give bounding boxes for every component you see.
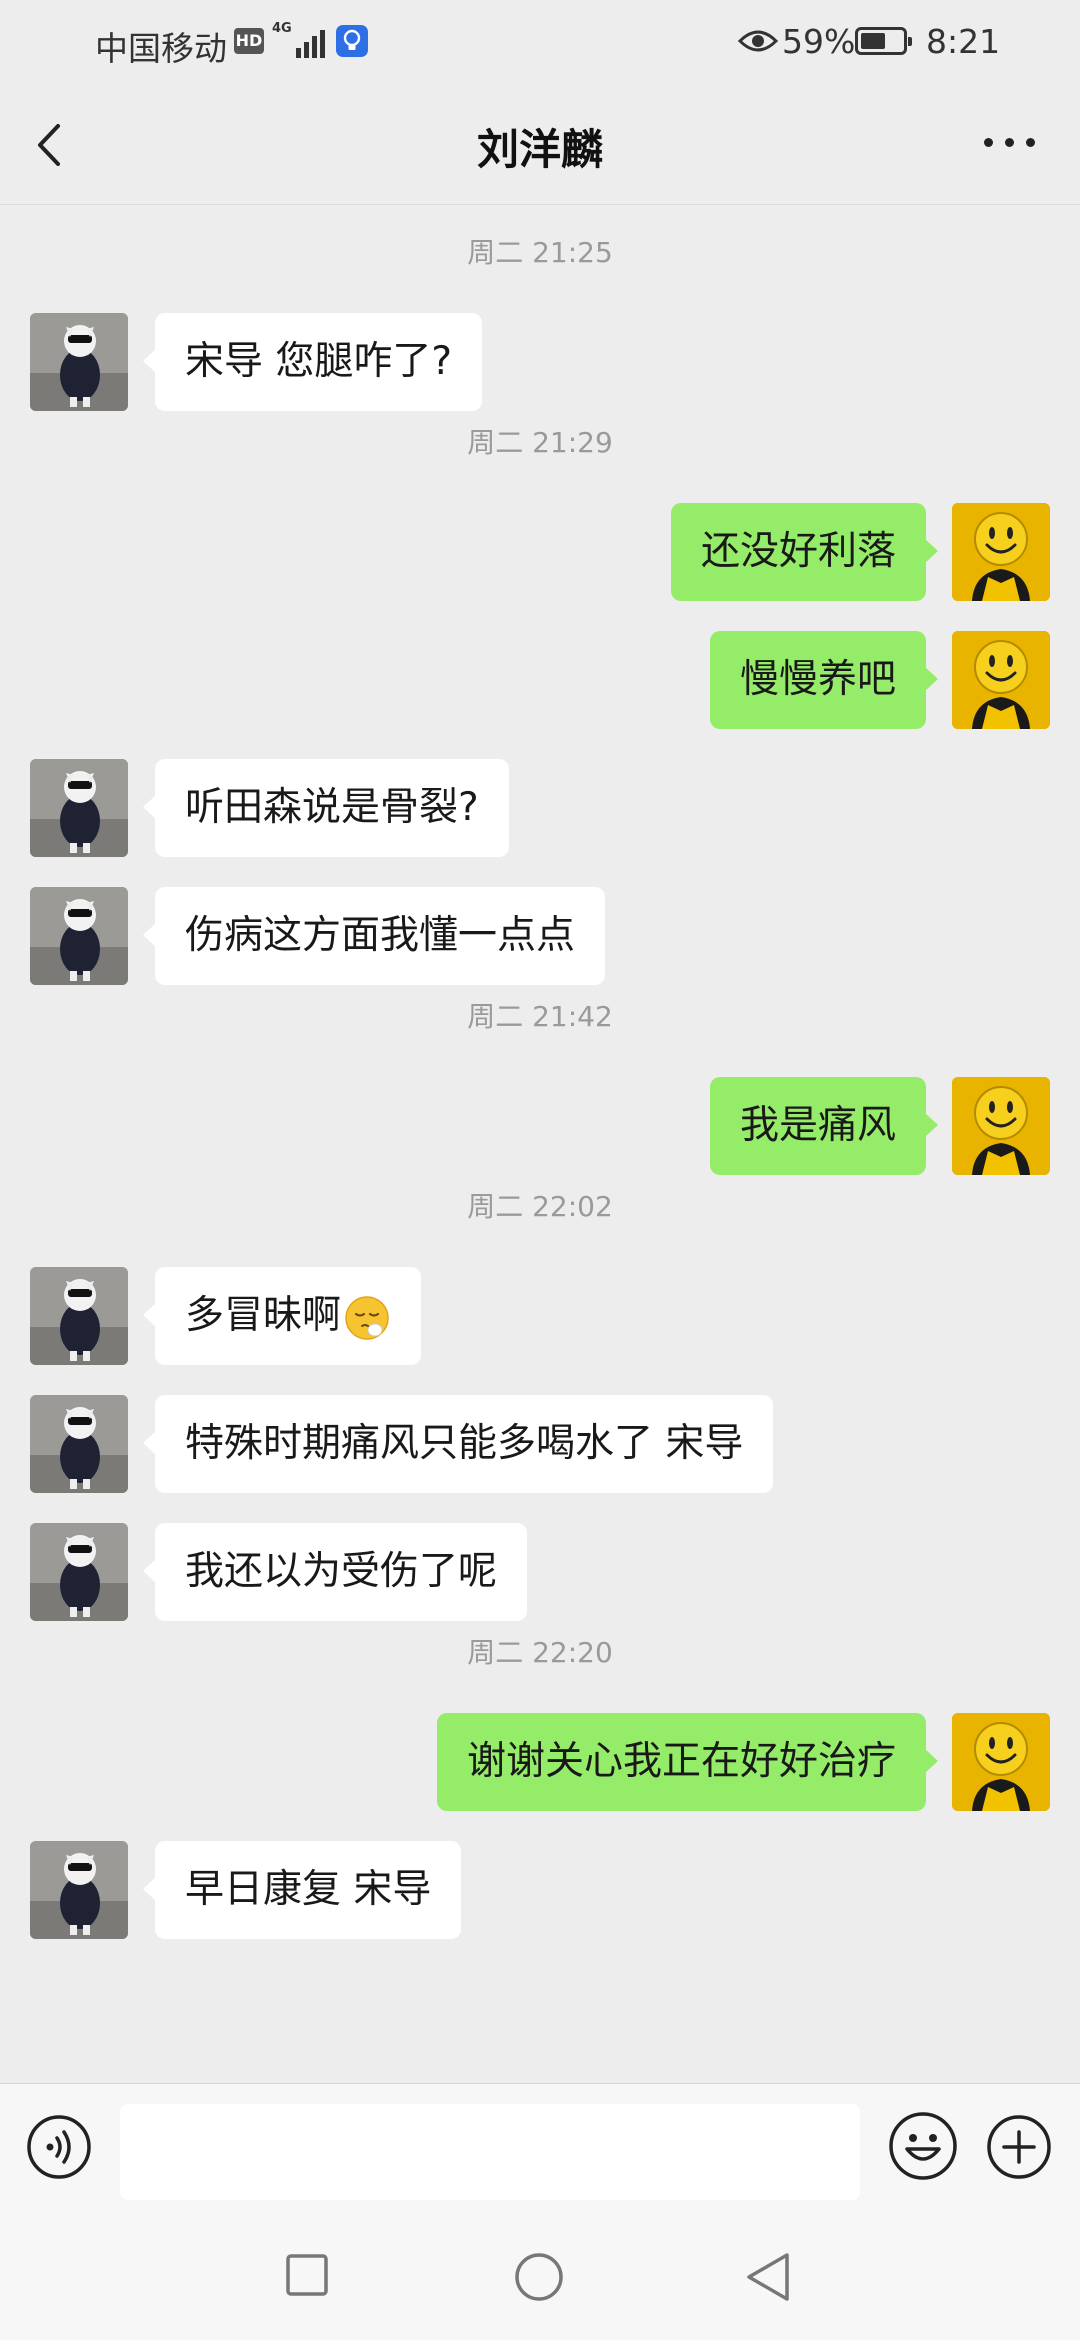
timestamp: 周二 22:20 — [467, 1636, 613, 1669]
timestamp: 周二 21:29 — [467, 426, 613, 459]
status-bar: 中国移动 HD 4G 59% 8:21 — [0, 0, 1080, 86]
received-message-bubble[interactable]: 我还以为受伤了呢 — [142, 1523, 528, 1621]
emoji-icon[interactable] — [888, 2111, 958, 2181]
message-text: 特殊时期痛风只能多喝水了 宋导 — [185, 1421, 744, 1466]
clock-time: 8:21 — [926, 22, 1001, 61]
battery-percent: 59% — [782, 22, 856, 61]
eye-icon — [738, 30, 778, 52]
chat-header: 刘洋麟 — [0, 86, 1080, 205]
message-text: 听田森说是骨裂? — [185, 785, 479, 830]
received-message-bubble[interactable]: 特殊时期痛风只能多喝水了 宋导 — [142, 1395, 774, 1493]
hd-badge: HD — [234, 28, 264, 54]
timestamp: 周二 21:42 — [467, 1000, 613, 1033]
message-input[interactable] — [120, 2104, 860, 2200]
system-navigation-bar — [0, 2208, 1080, 2340]
received-message-bubble[interactable]: 宋导 您腿咋了? — [142, 313, 483, 411]
cellular-signal-icon: 4G — [272, 21, 327, 58]
lightbulb-icon — [336, 25, 368, 57]
chat-title: 刘洋麟 — [476, 125, 603, 174]
contact-avatar[interactable] — [30, 1841, 128, 1939]
message-text: 我还以为受伤了呢 — [185, 1549, 498, 1594]
message-text: 我是痛风 — [739, 1103, 896, 1148]
carrier-name: 中国移动 — [95, 29, 227, 68]
sent-message-bubble[interactable]: 我是痛风 — [709, 1077, 939, 1175]
sent-message-bubble[interactable]: 还没好利落 — [670, 503, 939, 601]
message-text: 宋导 您腿咋了? — [185, 339, 453, 384]
message-text: 慢慢养吧 — [739, 657, 896, 702]
battery-icon — [855, 27, 912, 55]
received-message-bubble[interactable]: 多冒昧啊 — [142, 1267, 422, 1365]
timestamp: 周二 22:02 — [467, 1190, 613, 1223]
system-back-icon[interactable] — [745, 2251, 791, 2303]
my-avatar[interactable] — [952, 1077, 1050, 1175]
home-icon[interactable] — [514, 2252, 564, 2302]
plus-icon[interactable] — [986, 2114, 1052, 2180]
contact-avatar[interactable] — [30, 887, 128, 985]
timestamp: 周二 21:25 — [467, 236, 613, 269]
message-text: 早日康复 宋导 — [185, 1867, 432, 1912]
network-type: 4G — [272, 21, 292, 36]
recent-apps-icon[interactable] — [286, 2254, 328, 2296]
message-text: 谢谢关心我正在好好治疗 — [466, 1739, 896, 1784]
received-message-bubble[interactable]: 早日康复 宋导 — [142, 1841, 462, 1939]
message-text: 伤病这方面我懂一点点 — [185, 913, 576, 958]
more-dots-icon[interactable] — [984, 136, 1038, 150]
contact-avatar[interactable] — [30, 1395, 128, 1493]
my-avatar[interactable] — [952, 631, 1050, 729]
my-avatar[interactable] — [952, 1713, 1050, 1811]
my-avatar[interactable] — [952, 503, 1050, 601]
message-text: 多冒昧啊 — [185, 1293, 342, 1338]
message-list[interactable]: 周二 21:25 宋导 您腿咋了? 周二 21:29 还没好利落慢慢养吧听田森说是骨裂… — [0, 205, 1080, 2083]
sleepy-face-icon — [345, 1295, 389, 1340]
contact-avatar[interactable] — [30, 313, 128, 411]
contact-avatar[interactable] — [30, 1523, 128, 1621]
contact-avatar[interactable] — [30, 1267, 128, 1365]
contact-avatar[interactable] — [30, 759, 128, 857]
received-message-bubble[interactable]: 伤病这方面我懂一点点 — [142, 887, 606, 985]
sent-message-bubble[interactable]: 谢谢关心我正在好好治疗 — [436, 1713, 939, 1811]
message-text: 还没好利落 — [700, 529, 896, 574]
received-message-bubble[interactable]: 听田森说是骨裂? — [143, 759, 509, 857]
input-bar — [0, 2083, 1080, 2209]
voice-icon[interactable] — [26, 2114, 92, 2180]
sent-message-bubble[interactable]: 慢慢养吧 — [709, 631, 939, 729]
